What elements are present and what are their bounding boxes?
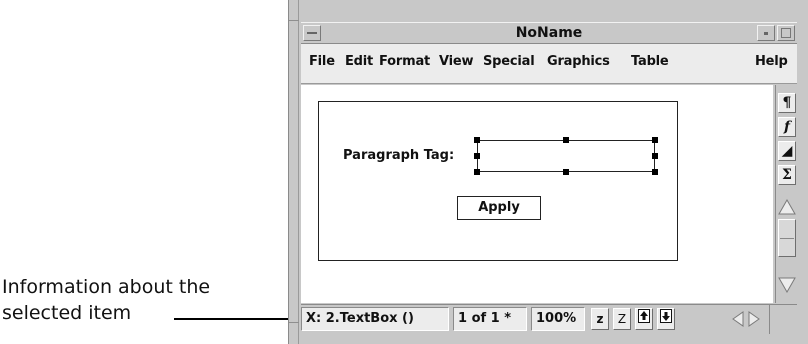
selection-handle[interactable] <box>652 169 658 175</box>
menu-bar: File Edit Format View Special Graphics T… <box>301 44 797 84</box>
scroll-up-arrow-icon[interactable] <box>778 199 796 215</box>
selection-handle[interactable] <box>652 137 658 143</box>
document-area[interactable]: Paragraph Tag: Apply <box>301 85 773 303</box>
selection-handle[interactable] <box>474 137 480 143</box>
triangle-icon[interactable]: ◢ <box>778 141 796 161</box>
menu-special[interactable]: Special <box>483 54 535 69</box>
vertical-scroll-thumb[interactable] <box>778 219 796 257</box>
page-indicator: 1 of 1 * <box>453 307 527 331</box>
paragraph-tag-field[interactable] <box>477 140 655 172</box>
function-icon[interactable]: f <box>778 117 796 137</box>
menu-edit[interactable]: Edit <box>345 54 373 69</box>
page-down-icon[interactable] <box>657 308 675 330</box>
window-left-edge <box>289 0 299 344</box>
app-window: NoName File Edit Format View Special Gra… <box>288 0 808 344</box>
apply-button[interactable]: Apply <box>457 196 541 220</box>
window-bottom-frame <box>301 334 797 344</box>
selection-handle[interactable] <box>652 153 658 159</box>
paragraph-icon[interactable]: ¶ <box>778 93 796 113</box>
title-bar[interactable]: NoName <box>301 22 797 44</box>
menu-file[interactable]: File <box>309 54 335 69</box>
window-corner <box>769 305 797 335</box>
window-title: NoName <box>515 25 583 41</box>
callout-line <box>174 318 298 320</box>
menu-view[interactable]: View <box>439 54 474 69</box>
tool-sidebar: ¶ f ◢ Σ <box>775 85 797 303</box>
paragraph-tag-label: Paragraph Tag: <box>343 148 455 163</box>
menu-table[interactable]: Table <box>631 54 669 69</box>
horizontal-scroll-arrows-icon[interactable] <box>731 309 761 329</box>
page-up-icon[interactable] <box>635 308 653 330</box>
selected-item-info: X: 2.TextBox () <box>301 307 449 331</box>
sigma-icon[interactable]: Σ <box>778 165 796 185</box>
paragraph-tag-panel: Paragraph Tag: Apply <box>318 101 678 261</box>
selection-handle[interactable] <box>474 169 480 175</box>
status-bar: X: 2.TextBox () 1 of 1 * 100% z Z <box>301 304 797 335</box>
selection-handle[interactable] <box>474 153 480 159</box>
zoom-level[interactable]: 100% <box>531 307 585 331</box>
selection-handle[interactable] <box>563 137 569 143</box>
z-shape-button[interactable]: Z <box>613 308 631 330</box>
menu-graphics[interactable]: Graphics <box>547 54 610 69</box>
maximize-button[interactable] <box>777 25 795 41</box>
menu-format[interactable]: Format <box>379 54 430 69</box>
selection-handle[interactable] <box>563 169 569 175</box>
minimize-button[interactable] <box>757 25 775 41</box>
scroll-down-arrow-icon[interactable] <box>778 277 796 293</box>
menu-help[interactable]: Help <box>755 54 788 69</box>
z-button[interactable]: z <box>591 308 609 330</box>
